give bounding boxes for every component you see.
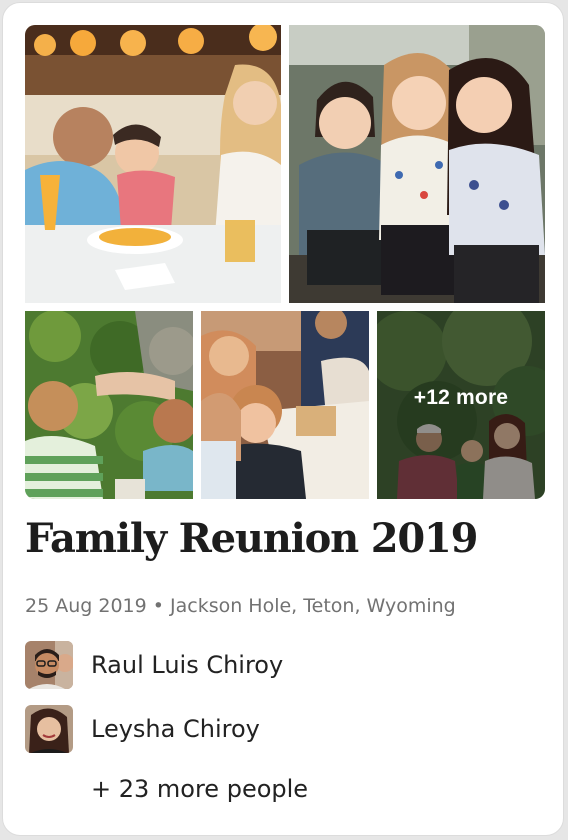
person-leysha-chiroy[interactable]: Leysha Chiroy [25,705,545,753]
person-name: Raul Luis Chiroy [91,651,284,679]
avatar-leysha-image [25,705,73,753]
photo-kids-garden-image [25,311,193,499]
avatar-raul-image [25,641,73,689]
photo-kids-garden[interactable] [25,311,193,499]
photo-family-dinner[interactable] [25,25,281,303]
person-raul-luis-chiroy[interactable]: Raul Luis Chiroy [25,641,545,689]
album-date-location: 25 Aug 2019 • Jackson Hole, Teton, Wyomi… [25,595,456,617]
more-photos-overlay[interactable]: +12 more [377,311,545,499]
album-title: Family Reunion 2019 [25,515,478,562]
photo-kids-table-image [201,311,369,499]
avatar [25,641,73,689]
more-people-link[interactable]: + 23 more people [91,775,308,803]
photo-three-girls[interactable] [289,25,545,303]
photo-kids-table[interactable] [201,311,369,499]
avatar [25,705,73,753]
person-name: Leysha Chiroy [91,715,260,743]
photo-three-girls-image [289,25,545,303]
photo-family-outdoors[interactable]: +12 more [377,311,545,499]
photo-family-dinner-image [25,25,281,303]
more-photos-label: +12 more [413,386,509,409]
album-card[interactable]: +12 more Family Reunion 2019 25 Aug 2019… [2,2,564,836]
